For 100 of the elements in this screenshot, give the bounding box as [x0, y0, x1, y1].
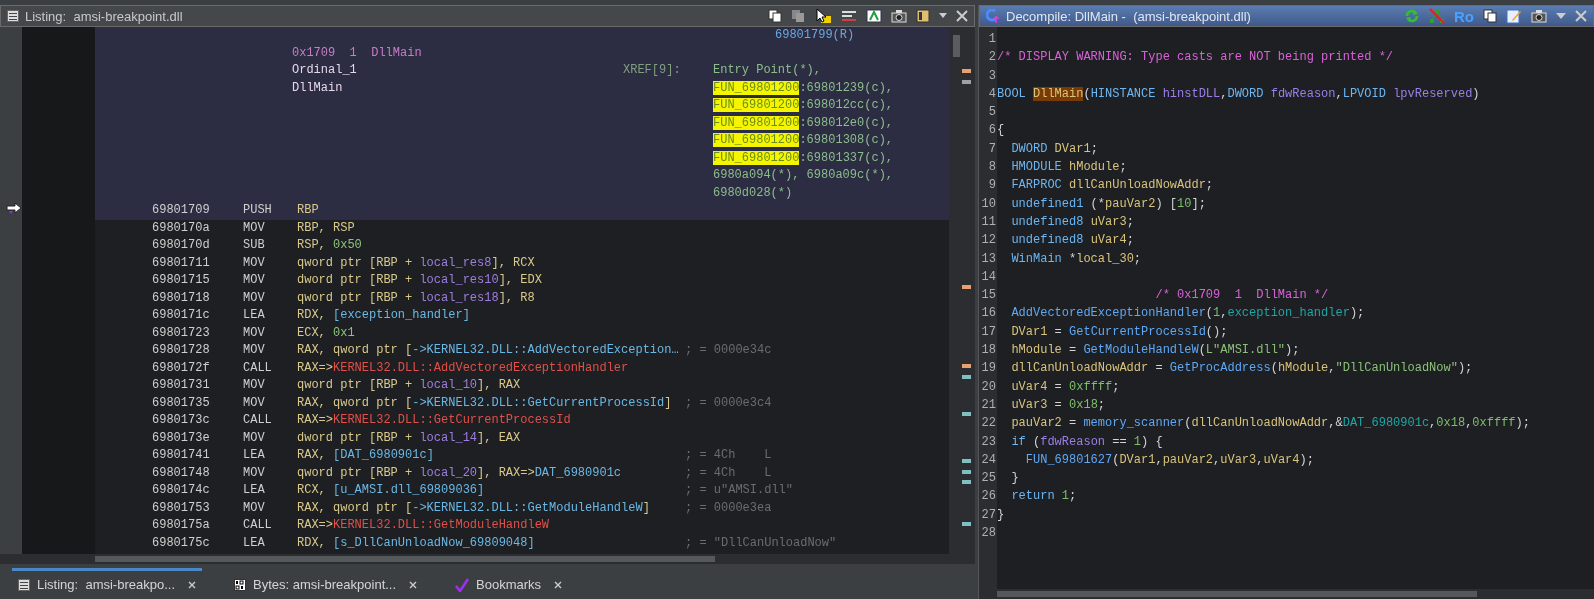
- mnemonic-text: MOV: [243, 464, 266, 482]
- listing-row[interactable]: 6980174c LEA RCX, [u_AMSI.dll_69809036] ; = u"AMSI.dll": [95, 482, 949, 500]
- overview-bar[interactable]: [949, 27, 975, 554]
- line-number: 6: [987, 122, 997, 140]
- xref-entry[interactable]: 6980d028(*): [713, 184, 894, 202]
- address-text: 6980170a: [152, 219, 211, 237]
- listing-row[interactable]: 69801715 MOV dword ptr [RBP + local_res10], EDX: [95, 272, 949, 290]
- code-line: }: [1010, 471, 1019, 486]
- copy-icon[interactable]: [1483, 9, 1497, 23]
- address-text: 69801753: [152, 499, 211, 517]
- mnemonic-text: MOV: [243, 429, 266, 447]
- palette-icon[interactable]: [916, 9, 930, 23]
- lines-icon[interactable]: [841, 9, 857, 23]
- xref-entry[interactable]: FUN_69801200:69801308(c),: [713, 132, 894, 150]
- listing-row[interactable]: 6980170d SUB RSP, 0x50: [95, 237, 949, 255]
- line-number: 22: [980, 415, 997, 433]
- listing-row[interactable]: 6980175c LEA RDX, [s_DllCanUnloadNow_69809048] ; = "DllCanUnloadNow": [95, 534, 949, 552]
- listing-row[interactable]: 69801709 PUSH RBP: [95, 202, 949, 220]
- mnemonic-text: MOV: [243, 254, 266, 272]
- listing-row[interactable]: 69801728 MOV RAX, qword ptr [->KERNEL32.DLL::AddVectoredException… ; = 0000e34c: [95, 342, 949, 360]
- refresh-icon[interactable]: [1404, 8, 1420, 24]
- xref-entry[interactable]: FUN_69801200:69801337(c),: [713, 149, 894, 167]
- listing-row[interactable]: 6980173e MOV dword ptr [RBP + local_14], EAX: [95, 429, 949, 447]
- operand-text: RSP, 0x50: [297, 237, 363, 254]
- copy-icon[interactable]: [768, 9, 782, 23]
- code-line: hModule = GetModuleHandleW(L"AMSI.dll");: [1010, 343, 1300, 358]
- address-text: 69801711: [152, 254, 211, 272]
- line-number: 24: [980, 451, 997, 469]
- camera-icon[interactable]: [1531, 9, 1547, 23]
- code-line: dllCanUnloadNowAddr = GetProcAddress(hModule,"DllCanUnloadNow");: [1010, 361, 1473, 376]
- address-text: 6980174c: [152, 482, 211, 499]
- line-number: 26: [980, 488, 997, 506]
- horizontal-scrollbar[interactable]: [979, 589, 1594, 599]
- listing-row[interactable]: 69801741 LEA RAX, [DAT_6980901c] ; = 4Ch L: [95, 447, 949, 465]
- code-line: }: [997, 507, 1005, 522]
- close-icon[interactable]: [188, 580, 196, 589]
- listing-row[interactable]: 6980173c CALL RAX=>KERNEL32.DLL::GetCurrentProcessId: [95, 412, 949, 430]
- listing-icon: [7, 10, 19, 22]
- line-number: 13: [980, 250, 997, 268]
- address-text: 6980175a: [152, 517, 211, 534]
- address-text: 6980173c: [152, 412, 211, 429]
- operand-text: RBP, RSP: [297, 219, 356, 237]
- xref-entry: 69801799(R): [774, 27, 856, 44]
- binary-icon: [234, 578, 246, 591]
- xref-entry[interactable]: 6980a094(*), 6980a09c(*),: [713, 167, 894, 185]
- xref-entry[interactable]: Entry Point(*),: [713, 62, 894, 80]
- cursor-icon[interactable]: [814, 8, 832, 24]
- listing-row[interactable]: 6980170a MOV RBP, RSP: [95, 219, 949, 237]
- code-line: undefined8 uVar3;: [1010, 214, 1134, 229]
- operand-text: qword ptr [RBP + local_res8], RCX: [297, 254, 536, 272]
- close-icon[interactable]: [554, 580, 563, 589]
- tab[interactable]: Bytes: amsi-breakpoint...: [228, 567, 424, 599]
- listing-row[interactable]: 69801753 MOV RAX, qword ptr [->KERNEL32.DLL::GetModuleHandleW] ; = 0000e3ea: [95, 499, 949, 517]
- listing-row[interactable]: 6980171c LEA RDX, [exception_handler]: [95, 307, 949, 325]
- operand-text: RAX, [DAT_6980901c]: [297, 447, 435, 464]
- line-number: 23: [980, 433, 997, 451]
- function-label: Ordinal_1: [292, 62, 358, 79]
- listing-row[interactable]: 6980172f CALL RAX=>KERNEL32.DLL::AddVectoredExceptionHandler: [95, 359, 949, 377]
- paste-icon[interactable]: [791, 9, 805, 23]
- operand-text: RAX, qword ptr [->KERNEL32.DLL::GetModuleHandleW]: [297, 499, 651, 517]
- mnemonic-text: MOV: [243, 499, 266, 517]
- listing-row[interactable]: 6980175a CALL RAX=>KERNEL32.DLL::GetModuleHandleW: [95, 517, 949, 535]
- line-number: 9: [987, 177, 997, 195]
- address-text: 6980172f: [152, 359, 211, 377]
- operand-text: qword ptr [RBP + local_res18], R8: [297, 289, 536, 307]
- listing-row[interactable]: 69801718 MOV qword ptr [RBP + local_res18], R8: [95, 289, 949, 307]
- pencil-icon[interactable]: [1506, 8, 1522, 24]
- code-line: FUN_69801627(DVar1,pauVar2,uVar3,uVar4);: [1024, 452, 1314, 467]
- close-icon[interactable]: [956, 10, 968, 22]
- horizontal-scrollbar[interactable]: [0, 554, 975, 564]
- mnemonic-text: CALL: [243, 412, 273, 429]
- mnemonic-text: MOV: [243, 324, 266, 342]
- listing-row[interactable]: 69801748 MOV qword ptr [RBP + local_20], RAX=>DAT_6980901c ; = 4Ch L: [95, 464, 949, 482]
- close-icon[interactable]: [409, 580, 418, 589]
- tab[interactable]: Bookmarks: [449, 567, 569, 599]
- line-number: 5: [987, 104, 997, 122]
- camera-icon[interactable]: [891, 9, 907, 23]
- code-line: WinMain *local_30;: [1010, 251, 1142, 266]
- dropdown-caret-icon[interactable]: [939, 13, 947, 19]
- xref-entry[interactable]: FUN_69801200:698012cc(c),: [713, 97, 894, 115]
- mnemonic-text: MOV: [243, 272, 266, 289]
- address-text: 6980173e: [152, 429, 211, 447]
- decompiler-icon: [986, 9, 1000, 23]
- xref-entry[interactable]: FUN_69801200:69801239(c),: [713, 79, 894, 97]
- xref-entry[interactable]: FUN_69801200:698012e0(c),: [713, 114, 894, 132]
- line-number: 19: [980, 360, 997, 378]
- listing-row[interactable]: 69801735 MOV RAX, qword ptr [->KERNEL32.DLL::GetCurrentProcessId] ; = 0000e3c4: [95, 394, 949, 412]
- address-text: 69801709: [152, 202, 211, 219]
- close-icon[interactable]: [1575, 10, 1587, 22]
- comment-text: ; = 4Ch L: [685, 464, 772, 482]
- split-icon[interactable]: [866, 9, 882, 23]
- code-line: /* DISPLAY WARNING: Type casts are NOT being printed */: [997, 50, 1394, 65]
- tab[interactable]: Listing: amsi-breakpo...: [12, 567, 202, 599]
- listing-row[interactable]: 69801731 MOV qword ptr [RBP + local_10], RAX: [95, 377, 949, 395]
- listing-row[interactable]: 69801723 MOV ECX, 0x1: [95, 324, 949, 342]
- listing-row[interactable]: 69801711 MOV qword ptr [RBP + local_res8], RCX: [95, 254, 949, 272]
- dropdown-caret-icon[interactable]: [1556, 12, 1566, 20]
- line-number: 8: [987, 159, 997, 177]
- address-text: 6980170d: [152, 237, 211, 254]
- code-line: pauVar2 = memory_scanner(dllCanUnloadNowAddr,&DAT_6980901c,0x18,0xffff);: [1010, 416, 1530, 431]
